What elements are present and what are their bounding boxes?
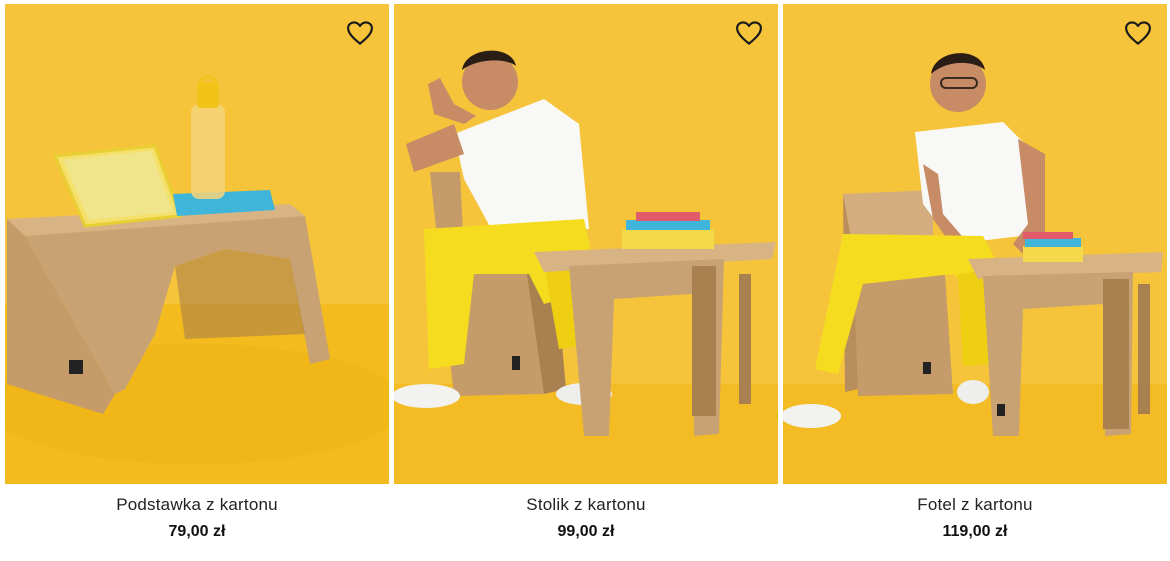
product-price: 79,00 zł	[168, 523, 226, 540]
product-price: 99,00 zł	[557, 523, 615, 540]
wishlist-button[interactable]	[734, 18, 764, 48]
cardboard-side-table-photo	[394, 4, 778, 484]
product-image[interactable]	[5, 4, 389, 484]
product-name-link[interactable]: Podstawka z kartonu	[5, 494, 389, 516]
product-grid: Podstawka z kartonu 79,00 zł Stolik z ka…	[5, 4, 1167, 554]
heart-outline-icon	[1125, 21, 1151, 45]
product-image[interactable]	[394, 4, 778, 484]
cardboard-laptop-stand-photo	[5, 4, 389, 484]
product-card[interactable]: Stolik z kartonu 99,00 zł	[394, 4, 778, 554]
heart-outline-icon	[736, 21, 762, 45]
product-card[interactable]: Fotel z kartonu 119,00 zł	[783, 4, 1167, 554]
product-card[interactable]: Podstawka z kartonu 79,00 zł	[5, 4, 389, 554]
product-name-link[interactable]: Stolik z kartonu	[394, 494, 778, 516]
cardboard-armchair-photo	[783, 4, 1167, 484]
wishlist-button[interactable]	[1123, 18, 1153, 48]
product-price: 119,00 zł	[942, 523, 1008, 540]
product-image[interactable]	[783, 4, 1167, 484]
wishlist-button[interactable]	[345, 18, 375, 48]
product-name-link[interactable]: Fotel z kartonu	[783, 494, 1167, 516]
heart-outline-icon	[347, 21, 373, 45]
